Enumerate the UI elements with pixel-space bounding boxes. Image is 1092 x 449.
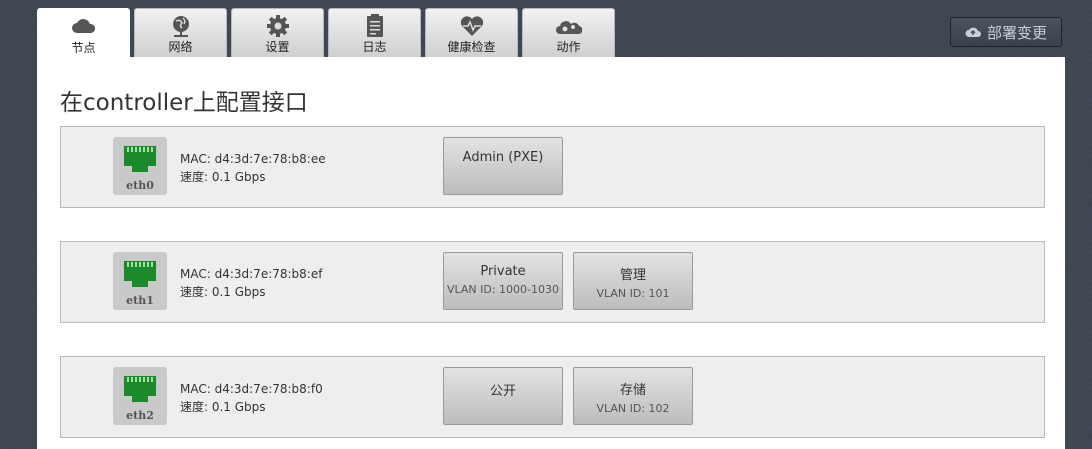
ethernet-port-icon: [124, 376, 156, 402]
link-speed: 速度: 0.1 Gbps: [180, 400, 266, 414]
network-name: Admin (PXE): [462, 150, 544, 165]
network-name: 公开: [489, 384, 516, 399]
interface-name: eth2: [126, 409, 154, 422]
vlan-id: VLAN ID: 1000-1030: [446, 283, 560, 296]
vlan-id: VLAN ID: 102: [596, 402, 670, 415]
tab-label: 设置: [265, 40, 290, 54]
tab-label: 动作: [556, 40, 581, 54]
interface-info: MAC: d4:3d:7e:78:b8:ef 速度: 0.1 Gbps: [180, 265, 322, 301]
ethernet-port-icon: [124, 261, 156, 287]
interface-row: eth0 MAC: d4:3d:7e:78:b8:ee 速度: 0.1 Gbps…: [60, 126, 1045, 208]
link-speed: 速度: 0.1 Gbps: [180, 285, 266, 299]
gears-cloud-icon: [555, 21, 582, 35]
network-storage[interactable]: 存储 VLAN ID: 102: [573, 367, 693, 425]
tab-logs[interactable]: 日志: [328, 8, 421, 57]
mac-address: MAC: d4:3d:7e:78:b8:ef: [180, 267, 323, 281]
interface-port[interactable]: eth0: [113, 137, 167, 195]
network-management[interactable]: 管理 VLAN ID: 101: [573, 252, 693, 310]
deploy-label: 部署变更: [986, 23, 1047, 42]
tab-label: 健康检查: [447, 40, 496, 54]
page-title: 在controller上配置接口: [60, 90, 308, 116]
interface-port[interactable]: eth1: [113, 252, 167, 310]
cloud-icon: [71, 19, 95, 33]
vlan-id: VLAN ID: 101: [596, 287, 670, 300]
network-name: 管理: [619, 268, 646, 283]
heart-pulse-icon: [460, 16, 483, 36]
tab-health-check[interactable]: 健康检查: [425, 8, 518, 57]
gear-icon: [266, 15, 289, 37]
interface-info: MAC: d4:3d:7e:78:b8:ee 速度: 0.1 Gbps: [180, 150, 326, 186]
link-speed: 速度: 0.1 Gbps: [180, 170, 266, 184]
network-public[interactable]: 公开: [443, 367, 563, 425]
ethernet-port-icon: [124, 146, 156, 172]
network-admin-pxe[interactable]: Admin (PXE): [443, 137, 563, 195]
clipboard-icon: [366, 14, 383, 37]
network-name: 存储: [619, 383, 646, 398]
interface-port[interactable]: eth2: [113, 367, 167, 425]
tab-nodes[interactable]: 节点: [37, 8, 130, 58]
tab-settings[interactable]: 设置: [231, 8, 324, 57]
interface-name: eth1: [126, 294, 154, 307]
network-name: Private: [480, 264, 526, 279]
mac-address: MAC: d4:3d:7e:78:b8:ee: [180, 152, 326, 166]
main-panel: 在controller上配置接口 eth0 MAC: d4:3d:7e:78:b…: [37, 57, 1065, 449]
interface-row: eth2 MAC: d4:3d:7e:78:b8:f0 速度: 0.1 Gbps…: [60, 356, 1045, 438]
interface-row: eth1 MAC: d4:3d:7e:78:b8:ef 速度: 0.1 Gbps…: [60, 241, 1045, 323]
cloud-upload-icon: [965, 27, 981, 37]
tab-label: 节点: [71, 41, 96, 55]
network-globe-icon: [172, 16, 189, 37]
tab-label: 网络: [168, 40, 193, 54]
interface-info: MAC: d4:3d:7e:78:b8:f0 速度: 0.1 Gbps: [180, 380, 323, 416]
interface-name: eth0: [126, 179, 154, 192]
tab-actions[interactable]: 动作: [522, 8, 615, 57]
tab-label: 日志: [362, 40, 387, 54]
tab-networks[interactable]: 网络: [134, 8, 227, 57]
mac-address: MAC: d4:3d:7e:78:b8:f0: [180, 382, 323, 396]
deploy-changes-button[interactable]: 部署变更: [950, 17, 1062, 47]
network-private[interactable]: Private VLAN ID: 1000-1030: [443, 252, 563, 310]
